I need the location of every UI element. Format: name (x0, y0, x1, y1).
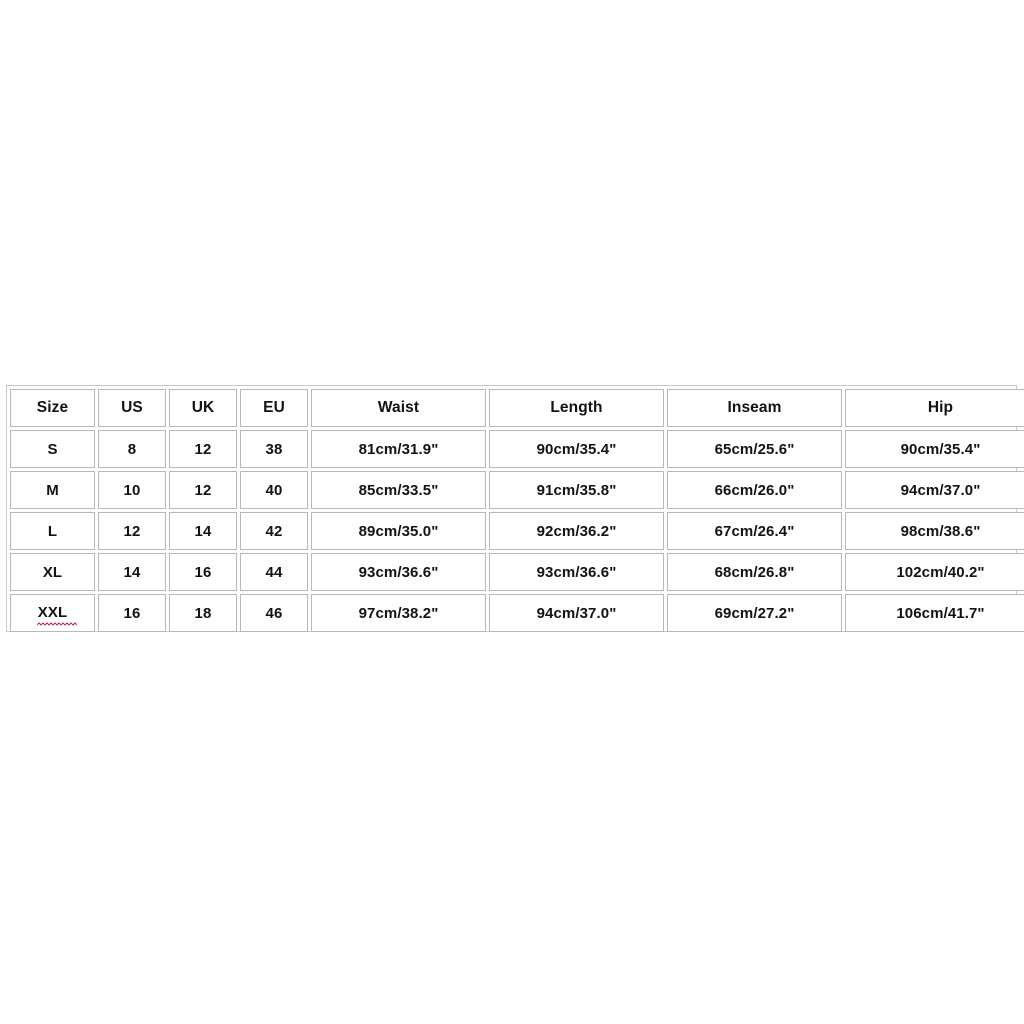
cell-hip: 94cm/37.0" (845, 471, 1024, 509)
spellcheck-underline-icon (36, 622, 77, 626)
cell-inseam: 65cm/25.6" (667, 430, 842, 468)
page-root: Size US UK EU Waist Length Inseam Hip S … (0, 0, 1024, 1024)
cell-eu: 44 (240, 553, 308, 591)
cell-length: 90cm/35.4" (489, 430, 664, 468)
table-body: S 8 12 38 81cm/31.9" 90cm/35.4" 65cm/25.… (10, 430, 1024, 632)
size-chart-container: Size US UK EU Waist Length Inseam Hip S … (6, 385, 1024, 632)
cell-length: 94cm/37.0" (489, 594, 664, 632)
column-header-hip: Hip (845, 389, 1024, 427)
table-row: XL 14 16 44 93cm/36.6" 93cm/36.6" 68cm/2… (10, 553, 1024, 591)
cell-hip: 102cm/40.2" (845, 553, 1024, 591)
cell-uk: 16 (169, 553, 237, 591)
cell-waist: 89cm/35.0" (311, 512, 486, 550)
cell-us: 14 (98, 553, 166, 591)
cell-size: S (10, 430, 95, 468)
cell-size: M (10, 471, 95, 509)
cell-eu: 46 (240, 594, 308, 632)
cell-size: L (10, 512, 95, 550)
cell-uk: 18 (169, 594, 237, 632)
cell-us: 16 (98, 594, 166, 632)
cell-inseam: 68cm/26.8" (667, 553, 842, 591)
size-label-xxl-text: XXL (37, 604, 68, 621)
cell-uk: 12 (169, 471, 237, 509)
cell-us: 12 (98, 512, 166, 550)
cell-waist: 93cm/36.6" (311, 553, 486, 591)
cell-length: 91cm/35.8" (489, 471, 664, 509)
cell-eu: 40 (240, 471, 308, 509)
column-header-eu: EU (240, 389, 308, 427)
table-header: Size US UK EU Waist Length Inseam Hip (10, 389, 1024, 427)
cell-inseam: 69cm/27.2" (667, 594, 842, 632)
cell-inseam: 66cm/26.0" (667, 471, 842, 509)
table-row: L 12 14 42 89cm/35.0" 92cm/36.2" 67cm/26… (10, 512, 1024, 550)
table-row: S 8 12 38 81cm/31.9" 90cm/35.4" 65cm/25.… (10, 430, 1024, 468)
cell-size: XXL (10, 594, 95, 632)
cell-inseam: 67cm/26.4" (667, 512, 842, 550)
column-header-inseam: Inseam (667, 389, 842, 427)
cell-waist: 81cm/31.9" (311, 430, 486, 468)
column-header-size: Size (10, 389, 95, 427)
cell-eu: 38 (240, 430, 308, 468)
cell-hip: 90cm/35.4" (845, 430, 1024, 468)
table-header-row: Size US UK EU Waist Length Inseam Hip (10, 389, 1024, 427)
table-row: M 10 12 40 85cm/33.5" 91cm/35.8" 66cm/26… (10, 471, 1024, 509)
size-chart-table: Size US UK EU Waist Length Inseam Hip S … (7, 386, 1024, 635)
cell-size: XL (10, 553, 95, 591)
column-header-waist: Waist (311, 389, 486, 427)
cell-length: 92cm/36.2" (489, 512, 664, 550)
column-header-us: US (98, 389, 166, 427)
cell-hip: 106cm/41.7" (845, 594, 1024, 632)
table-row: XXL 16 18 46 97cm/38.2" 94cm/37.0" 69cm/… (10, 594, 1024, 632)
size-label-xxl: XXL (36, 604, 77, 626)
column-header-uk: UK (169, 389, 237, 427)
column-header-length: Length (489, 389, 664, 427)
cell-hip: 98cm/38.6" (845, 512, 1024, 550)
cell-eu: 42 (240, 512, 308, 550)
cell-uk: 12 (169, 430, 237, 468)
cell-us: 8 (98, 430, 166, 468)
cell-waist: 85cm/33.5" (311, 471, 486, 509)
cell-us: 10 (98, 471, 166, 509)
cell-waist: 97cm/38.2" (311, 594, 486, 632)
cell-uk: 14 (169, 512, 237, 550)
cell-length: 93cm/36.6" (489, 553, 664, 591)
